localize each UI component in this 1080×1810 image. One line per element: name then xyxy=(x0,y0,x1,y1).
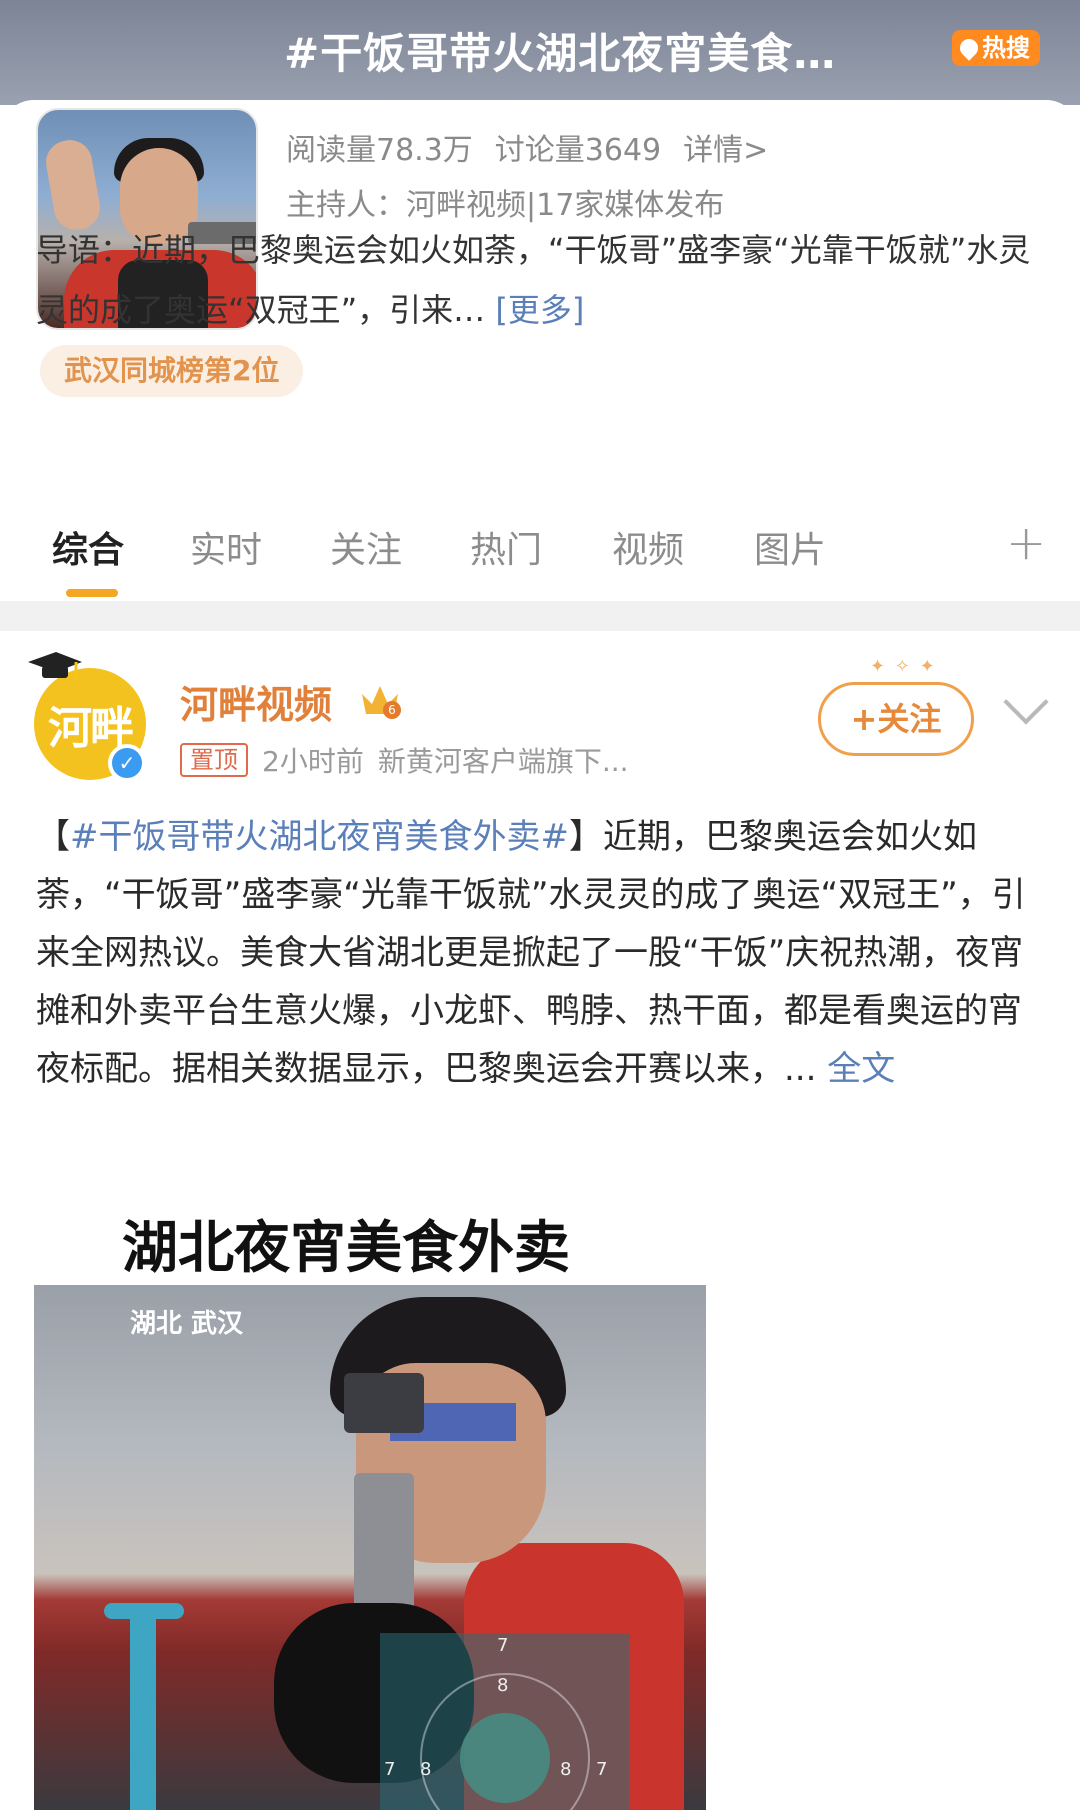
post-text-open: 【 xyxy=(36,817,70,857)
details-link[interactable]: 详情> xyxy=(683,125,768,169)
topic-host: 主持人：河畔视频|17家媒体发布 xyxy=(286,188,725,223)
target-number: 7 xyxy=(384,1759,396,1780)
feed-tabs: 综合 实时 关注 热门 视频 图片 + xyxy=(0,505,1080,601)
target-number: 8 xyxy=(497,1675,509,1696)
target-number: 7 xyxy=(596,1759,608,1780)
tab-video[interactable]: 视频 xyxy=(612,521,684,573)
follow-sparkle-decoration: ✦ ✧ ✦ xyxy=(870,656,937,677)
graduation-cap-icon xyxy=(28,652,82,680)
scene-post xyxy=(130,1613,156,1810)
image-location: 湖北 武汉 xyxy=(130,1309,244,1339)
read-count: 阅读量78.3万 xyxy=(286,133,473,168)
member-crown-icon: 6 xyxy=(362,686,401,719)
flame-icon xyxy=(956,35,982,61)
section-divider xyxy=(0,601,1080,631)
verified-icon: ✓ xyxy=(108,744,146,782)
active-tab-indicator xyxy=(66,589,118,597)
target-number: 8 xyxy=(420,1759,432,1780)
post-hashtag[interactable]: #干饭哥带火湖北夜宵美食外卖# xyxy=(70,817,569,857)
add-tab-icon[interactable]: + xyxy=(1006,515,1046,571)
post-source: 新黄河客户端旗下... xyxy=(377,745,629,778)
topic-intro: 导语：近期，巴黎奥运会如火如荼，“干饭哥”盛李豪“光靠干饭就”水灵灵的成了奥运“… xyxy=(36,220,1046,340)
target-bullseye xyxy=(460,1713,550,1803)
svg-text:6: 6 xyxy=(388,703,396,717)
post-meta: 置顶 2小时前 新黄河客户端旗下... xyxy=(180,740,629,780)
hot-search-badge[interactable]: 热搜 xyxy=(952,30,1040,66)
chevron-down-icon[interactable] xyxy=(1003,679,1049,725)
topic-stats: 阅读量78.3万 讨论量3649 详情> xyxy=(286,125,768,169)
pinned-badge: 置顶 xyxy=(180,743,248,777)
full-text-link[interactable]: 全文 xyxy=(827,1049,895,1089)
hot-search-label: 热搜 xyxy=(982,34,1030,62)
topic-title: #干饭哥带火湖北夜宵美食… xyxy=(284,29,837,78)
post-image[interactable]: 湖北夜宵美食外卖 湖北 武汉 7 8 7 8 8 7 xyxy=(34,1173,706,1810)
target-number: 8 xyxy=(560,1759,572,1780)
city-rank-badge[interactable]: 武汉同城榜第2位 xyxy=(40,345,304,397)
cover-hand xyxy=(42,136,104,234)
tab-images[interactable]: 图片 xyxy=(754,521,826,573)
tab-hot[interactable]: 热门 xyxy=(470,521,542,573)
follow-button[interactable]: +关注 xyxy=(818,682,974,756)
post-text: 【#干饭哥带火湖北夜宵美食外卖#】近期，巴黎奥运会如火如荼，“干饭哥”盛李豪“光… xyxy=(36,808,1046,1098)
tab-following[interactable]: 关注 xyxy=(330,521,402,573)
tab-realtime[interactable]: 实时 xyxy=(190,521,262,573)
discussion-count: 讨论量3649 xyxy=(494,133,662,168)
intro-more-link[interactable]: [更多] xyxy=(495,291,584,329)
post-time: 2小时前 xyxy=(262,745,364,778)
tab-comprehensive[interactable]: 综合 xyxy=(52,521,124,573)
author-name[interactable]: 河畔视频 xyxy=(180,674,332,729)
image-caption: 湖北夜宵美食外卖 xyxy=(122,1216,570,1281)
scene-gun-sight xyxy=(344,1373,424,1433)
target-number: 7 xyxy=(497,1635,509,1656)
